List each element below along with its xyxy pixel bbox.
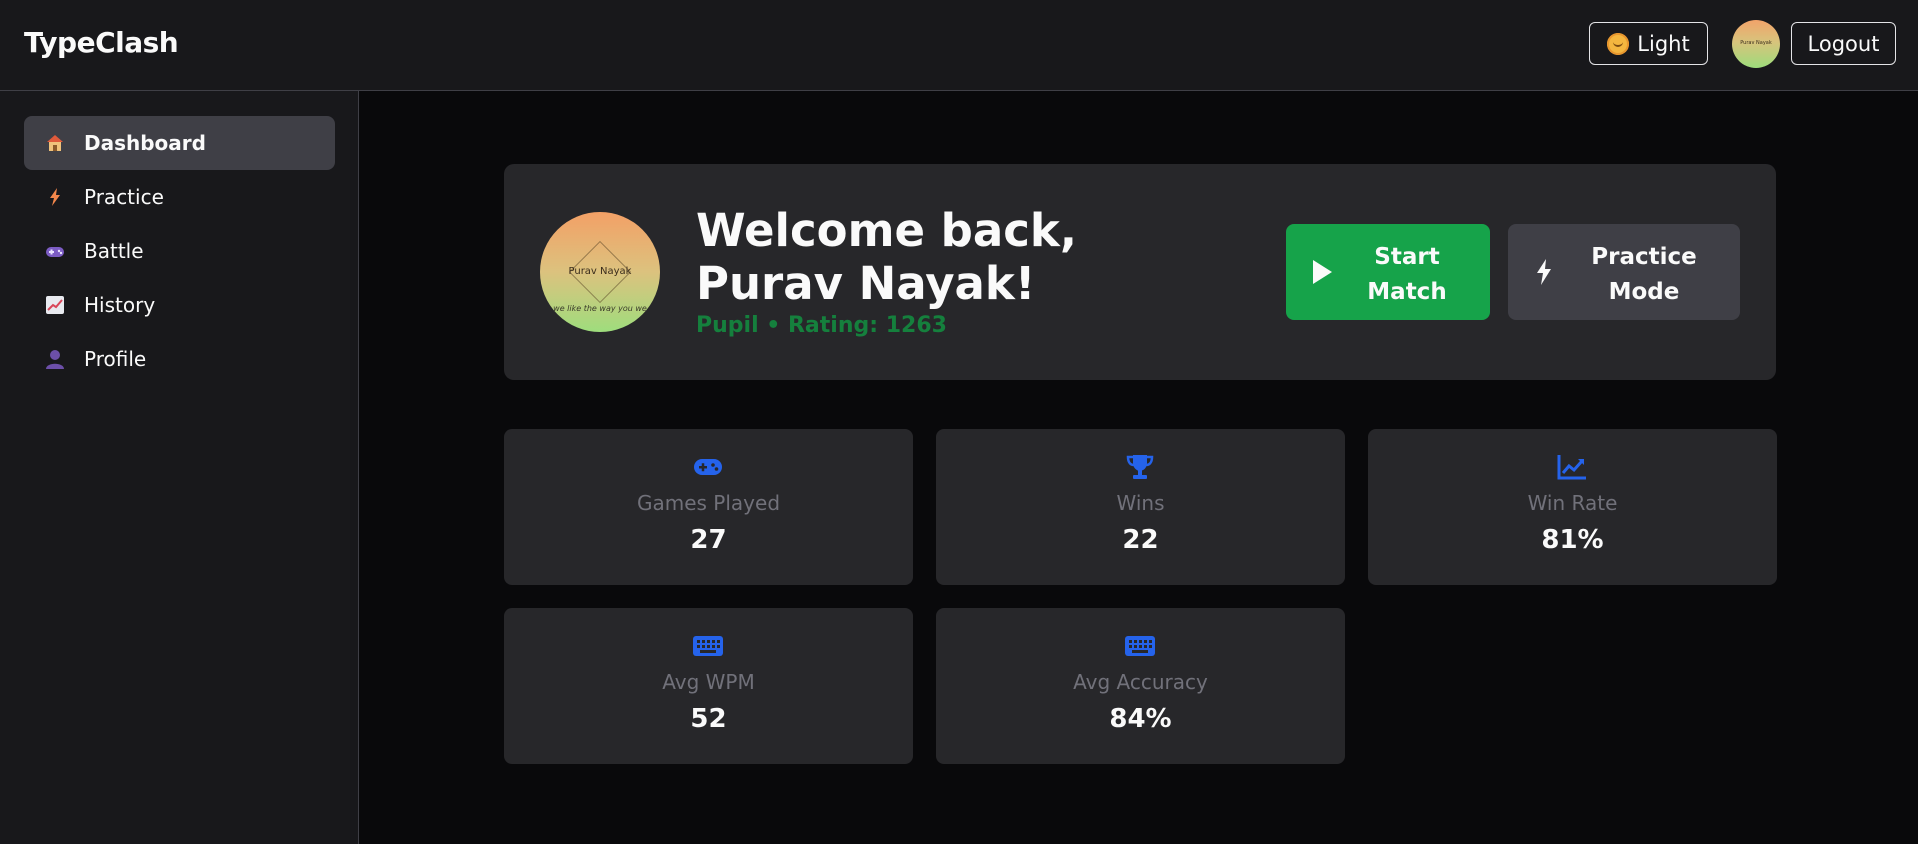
theme-toggle-label: Light: [1637, 31, 1690, 56]
brand-logo[interactable]: TypeClash: [24, 26, 179, 59]
sun-icon: [1607, 32, 1630, 55]
gamepad-icon: [44, 240, 66, 262]
top-bar: TypeClash Light Purav Nayak Logout: [0, 0, 1918, 91]
profile-avatar: Purav Nayak we like the way you we: [540, 212, 660, 332]
welcome-card: Purav Nayak we like the way you we Welco…: [504, 164, 1776, 380]
sidebar: Dashboard Practice Battle History Profil…: [0, 91, 359, 844]
welcome-heading: Welcome back, Purav Nayak!: [696, 204, 1077, 310]
stat-label: Avg WPM: [662, 670, 755, 694]
stat-card-wins: Wins 22: [936, 429, 1345, 585]
stat-card-avg-accuracy: Avg Accuracy 84%: [936, 608, 1345, 764]
avatar-motto-text: we like the way you we: [553, 304, 647, 313]
user-avatar[interactable]: Purav Nayak: [1732, 20, 1780, 68]
sidebar-item-battle[interactable]: Battle: [24, 224, 335, 278]
stat-value: 27: [690, 525, 727, 555]
chart-line-icon: [1556, 453, 1588, 481]
stat-card-avg-wpm: Avg WPM 52: [504, 608, 913, 764]
practice-mode-button[interactable]: Practice Mode: [1508, 224, 1740, 320]
stat-value: 84%: [1109, 704, 1172, 734]
chart-increasing-icon: [44, 294, 66, 316]
sidebar-item-profile[interactable]: Profile: [24, 332, 335, 386]
stat-value: 52: [690, 704, 727, 734]
theme-toggle-button[interactable]: Light: [1589, 22, 1708, 65]
stat-value: 81%: [1541, 525, 1604, 555]
stat-card-win-rate: Win Rate 81%: [1368, 429, 1777, 585]
stat-card-games-played: Games Played 27: [504, 429, 913, 585]
start-match-button[interactable]: Start Match: [1286, 224, 1490, 320]
house-icon: [44, 132, 66, 154]
keyboard-icon: [692, 632, 724, 660]
keyboard-icon: [1124, 632, 1156, 660]
sidebar-item-label: History: [84, 293, 156, 317]
sidebar-item-label: Dashboard: [84, 131, 206, 155]
sidebar-item-dashboard[interactable]: Dashboard: [24, 116, 335, 170]
rank-rating-text: Pupil • Rating: 1263: [696, 313, 947, 338]
lightning-icon: [1532, 258, 1556, 286]
stat-label: Wins: [1116, 491, 1165, 515]
stat-label: Games Played: [636, 491, 781, 515]
sidebar-item-label: Profile: [84, 347, 147, 371]
avatar-name-text: Purav Nayak: [1740, 40, 1772, 46]
gamepad-icon: [692, 453, 724, 481]
user-silhouette-icon: [44, 348, 66, 370]
logout-button[interactable]: Logout: [1791, 22, 1896, 65]
stat-value: 22: [1122, 525, 1159, 555]
avatar-name-text: Purav Nayak: [568, 266, 632, 277]
play-icon: [1310, 258, 1334, 286]
trophy-icon: [1124, 453, 1156, 481]
lightning-icon: [44, 186, 66, 208]
stat-label: Avg Accuracy: [1073, 670, 1208, 694]
sidebar-item-label: Practice: [84, 185, 164, 209]
stat-label: Win Rate: [1527, 491, 1618, 515]
sidebar-item-label: Battle: [84, 239, 144, 263]
sidebar-item-history[interactable]: History: [24, 278, 335, 332]
sidebar-item-practice[interactable]: Practice: [24, 170, 335, 224]
start-match-label: Start Match: [1367, 244, 1447, 305]
practice-mode-label: Practice Mode: [1591, 244, 1697, 305]
